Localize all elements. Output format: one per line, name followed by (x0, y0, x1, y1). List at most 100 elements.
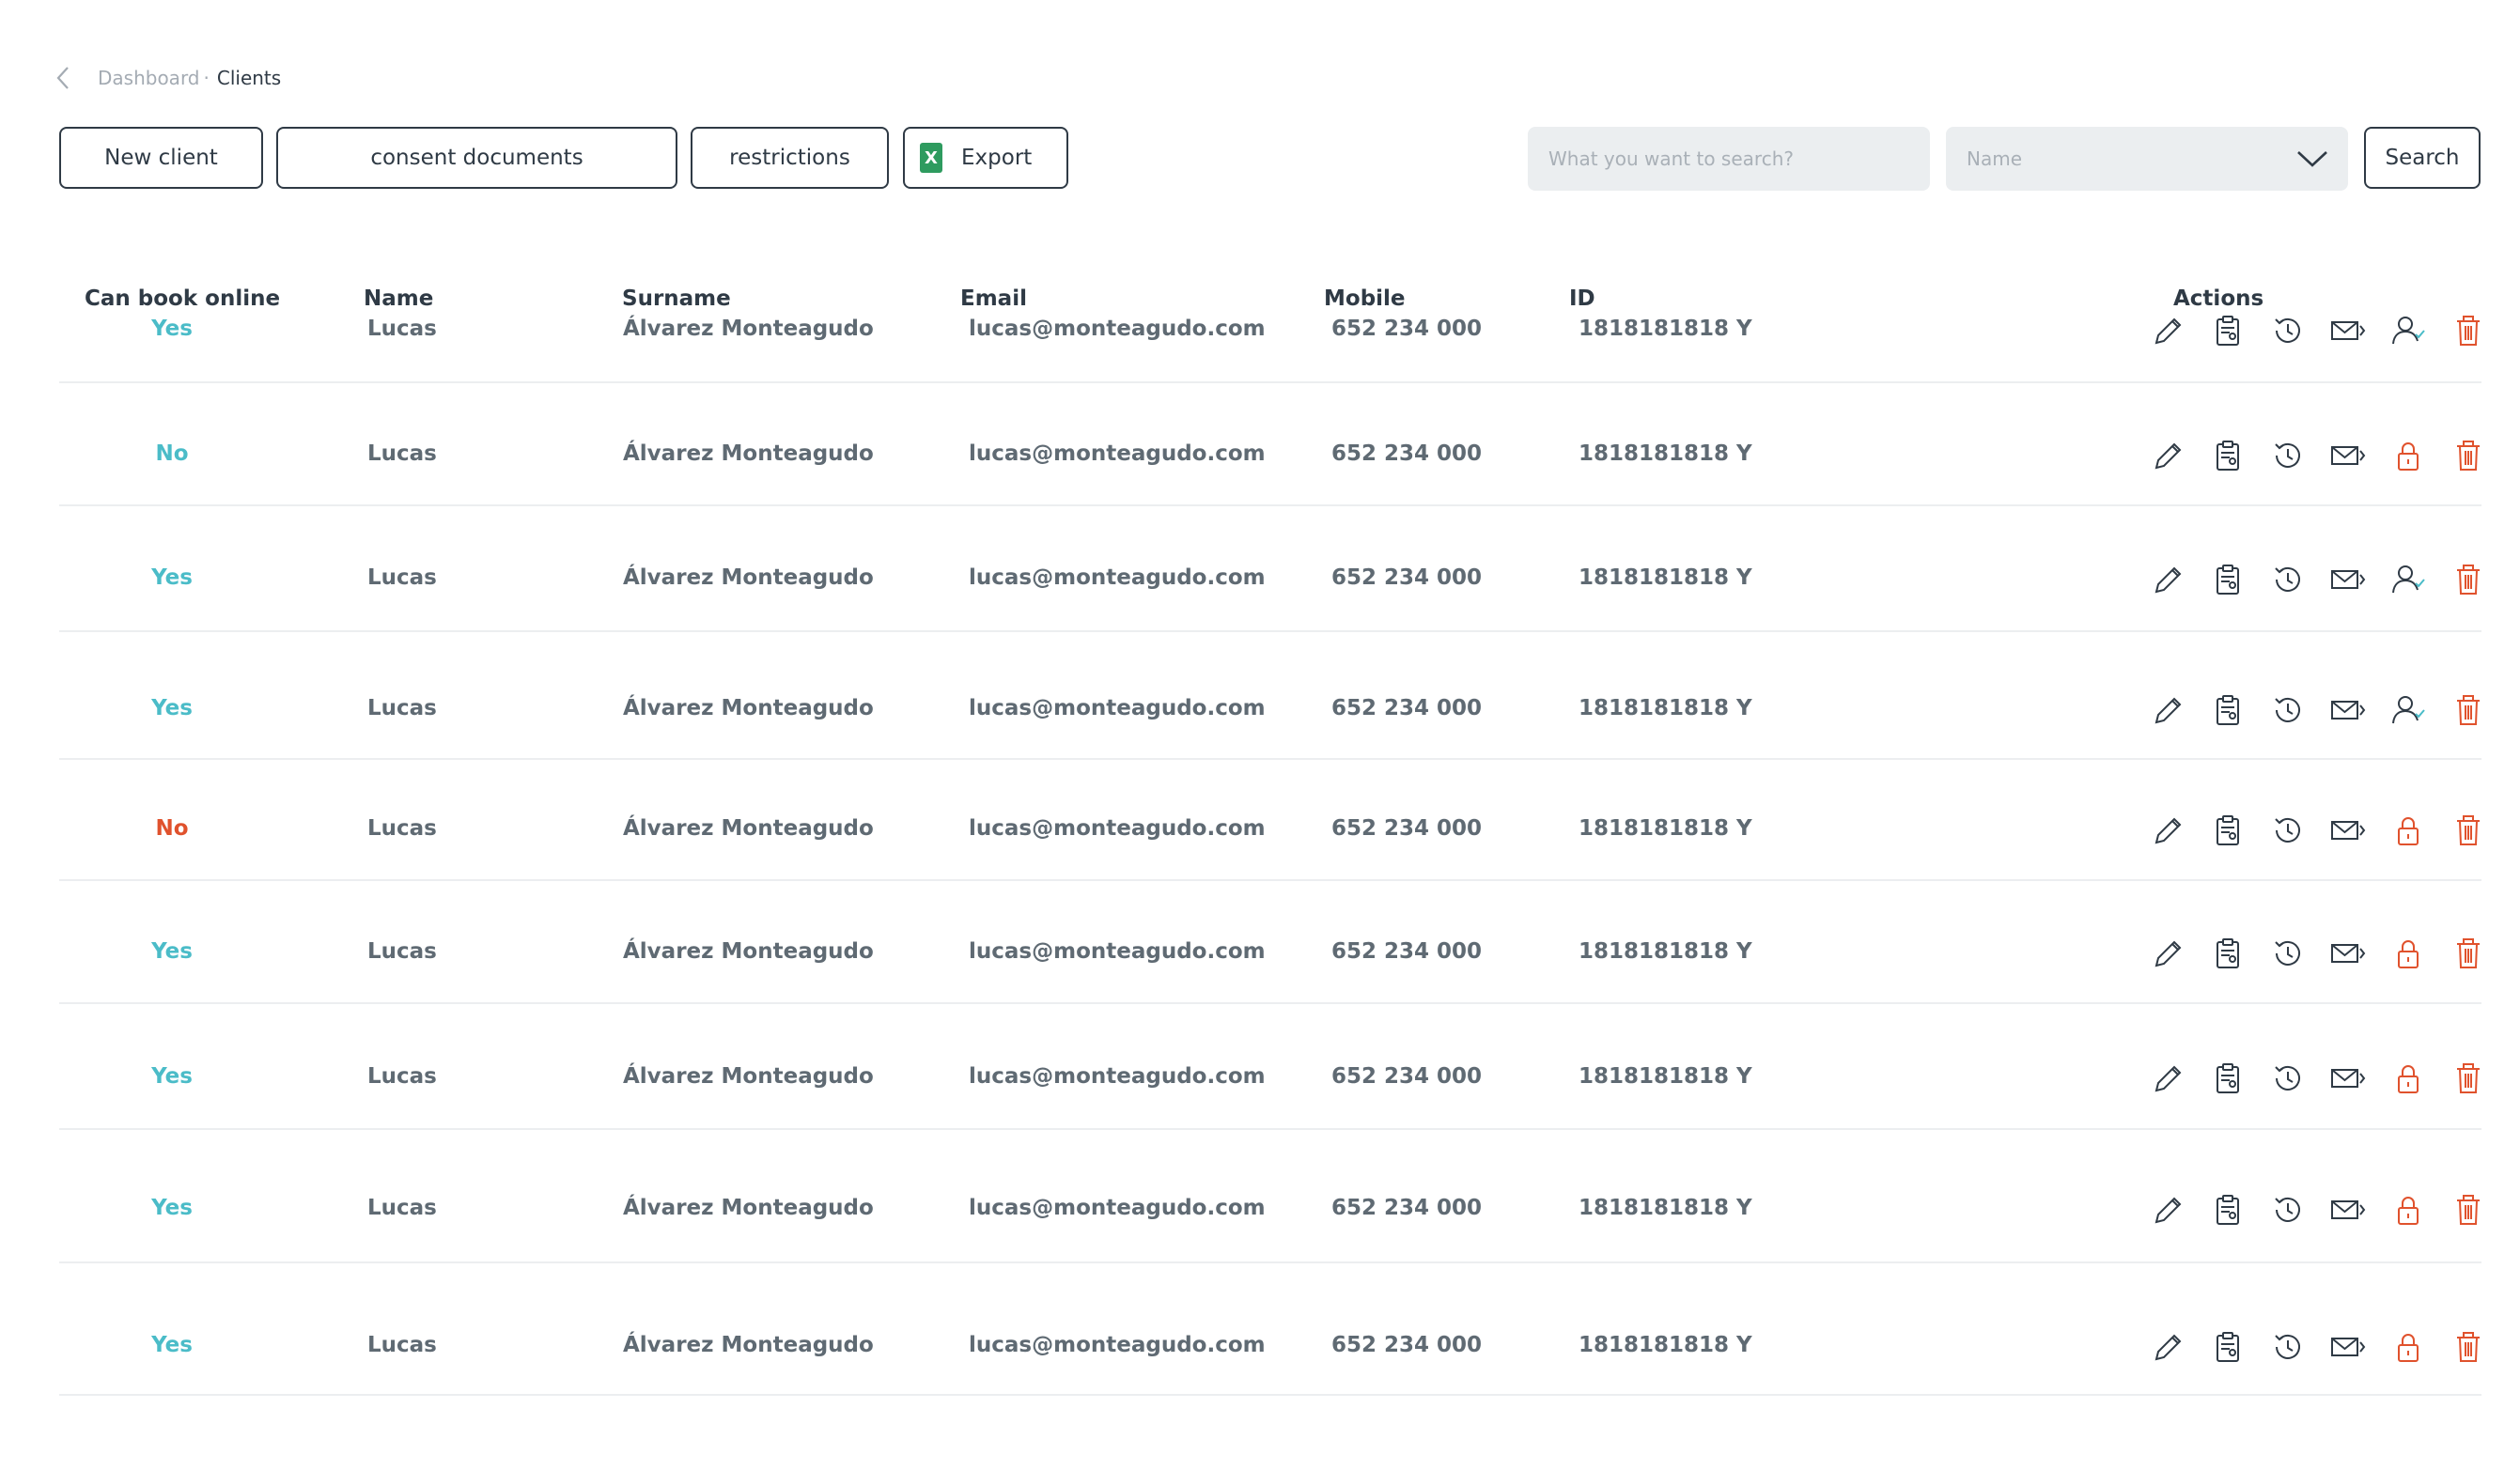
clipboard-icon[interactable] (2207, 559, 2248, 600)
search-field-value: Name (1967, 147, 2023, 170)
can-book-online-value: Yes (151, 317, 193, 341)
lock-icon[interactable] (2388, 810, 2429, 851)
history-icon[interactable] (2267, 435, 2309, 476)
user-check-icon[interactable] (2388, 689, 2429, 731)
client-name: Lucas (367, 1333, 437, 1357)
can-book-online-value: Yes (151, 1196, 193, 1220)
clipboard-icon[interactable] (2207, 689, 2248, 731)
send-email-icon[interactable] (2327, 1189, 2369, 1230)
send-email-icon[interactable] (2327, 933, 2369, 974)
send-email-icon[interactable] (2327, 810, 2369, 851)
trash-icon[interactable] (2448, 435, 2489, 476)
send-email-icon[interactable] (2327, 689, 2369, 731)
table-row[interactable]: Yes Lucas Álvarez Monteagudo lucas@monte… (59, 529, 2481, 632)
trash-icon[interactable] (2448, 689, 2489, 731)
clipboard-icon[interactable] (2207, 810, 2248, 851)
export-label: Export (961, 146, 1033, 170)
edit-icon[interactable] (2147, 1326, 2188, 1368)
table-row[interactable]: Yes Lucas Álvarez Monteagudo lucas@monte… (59, 1300, 2481, 1396)
table-row[interactable]: No Lucas Álvarez Monteagudo lucas@montea… (59, 781, 2481, 881)
table-row[interactable]: No Lucas Álvarez Monteagudo lucas@montea… (59, 407, 2481, 506)
table-row[interactable]: Yes Lucas Álvarez Monteagudo lucas@monte… (59, 905, 2481, 1004)
user-check-icon[interactable] (2388, 310, 2429, 351)
client-email: lucas@monteagudo.com (969, 1196, 1266, 1220)
client-surname: Álvarez Monteagudo (623, 816, 874, 841)
edit-icon[interactable] (2147, 689, 2188, 731)
edit-icon[interactable] (2147, 933, 2188, 974)
trash-icon[interactable] (2448, 1326, 2489, 1368)
user-check-icon[interactable] (2388, 559, 2429, 600)
history-icon[interactable] (2267, 310, 2309, 351)
lock-icon[interactable] (2388, 1326, 2429, 1368)
trash-icon[interactable] (2448, 1189, 2489, 1230)
clipboard-icon[interactable] (2207, 435, 2248, 476)
back-chevron-icon[interactable] (56, 64, 77, 92)
restrictions-button[interactable]: restrictions (691, 127, 889, 189)
history-icon[interactable] (2267, 689, 2309, 731)
lock-icon[interactable] (2388, 435, 2429, 476)
search-button[interactable]: Search (2364, 127, 2481, 189)
history-icon[interactable] (2267, 1326, 2309, 1368)
export-button[interactable]: X Export (903, 127, 1068, 189)
client-surname: Álvarez Monteagudo (623, 565, 874, 590)
row-actions (2147, 1189, 2489, 1230)
client-id: 1818181818 Y (1579, 696, 1752, 720)
send-email-icon[interactable] (2327, 310, 2369, 351)
client-name: Lucas (367, 939, 437, 964)
edit-icon[interactable] (2147, 310, 2188, 351)
table-row[interactable]: Yes Lucas Álvarez Monteagudo lucas@monte… (59, 662, 2481, 760)
client-mobile: 652 234 000 (1331, 816, 1483, 841)
client-id: 1818181818 Y (1579, 565, 1752, 590)
edit-icon[interactable] (2147, 1058, 2188, 1099)
client-email: lucas@monteagudo.com (969, 696, 1266, 720)
history-icon[interactable] (2267, 559, 2309, 600)
trash-icon[interactable] (2448, 810, 2489, 851)
client-id: 1818181818 Y (1579, 1196, 1752, 1220)
edit-icon[interactable] (2147, 559, 2188, 600)
search-input[interactable] (1528, 127, 1930, 191)
clipboard-icon[interactable] (2207, 933, 2248, 974)
clipboard-icon[interactable] (2207, 1058, 2248, 1099)
client-name: Lucas (367, 816, 437, 841)
history-icon[interactable] (2267, 810, 2309, 851)
can-book-online-value: Yes (151, 696, 193, 720)
table-row[interactable]: Yes Lucas Álvarez Monteagudo lucas@monte… (59, 1158, 2481, 1263)
excel-icon: X (920, 143, 942, 173)
lock-icon[interactable] (2388, 1189, 2429, 1230)
can-book-online-value: No (155, 441, 189, 466)
client-email: lucas@monteagudo.com (969, 1064, 1266, 1089)
send-email-icon[interactable] (2327, 559, 2369, 600)
client-name: Lucas (367, 441, 437, 466)
send-email-icon[interactable] (2327, 1058, 2369, 1099)
breadcrumb-dashboard[interactable]: Dashboard (98, 67, 200, 89)
history-icon[interactable] (2267, 1189, 2309, 1230)
trash-icon[interactable] (2448, 310, 2489, 351)
new-client-button[interactable]: New client (59, 127, 263, 189)
clipboard-icon[interactable] (2207, 310, 2248, 351)
client-id: 1818181818 Y (1579, 441, 1752, 466)
breadcrumb-separator: · (203, 67, 210, 89)
clipboard-icon[interactable] (2207, 1326, 2248, 1368)
send-email-icon[interactable] (2327, 1326, 2369, 1368)
history-icon[interactable] (2267, 1058, 2309, 1099)
chevron-down-icon (2295, 146, 2329, 172)
search-field-select[interactable]: Name (1946, 127, 2348, 191)
trash-icon[interactable] (2448, 559, 2489, 600)
lock-icon[interactable] (2388, 1058, 2429, 1099)
edit-icon[interactable] (2147, 435, 2188, 476)
client-mobile: 652 234 000 (1331, 565, 1483, 590)
trash-icon[interactable] (2448, 933, 2489, 974)
consent-documents-button[interactable]: consent documents (276, 127, 677, 189)
lock-icon[interactable] (2388, 933, 2429, 974)
clipboard-icon[interactable] (2207, 1189, 2248, 1230)
client-email: lucas@monteagudo.com (969, 939, 1266, 964)
client-email: lucas@monteagudo.com (969, 565, 1266, 590)
edit-icon[interactable] (2147, 1189, 2188, 1230)
send-email-icon[interactable] (2327, 435, 2369, 476)
trash-icon[interactable] (2448, 1058, 2489, 1099)
table-row[interactable]: Yes Lucas Álvarez Monteagudo lucas@monte… (59, 280, 2481, 383)
edit-icon[interactable] (2147, 810, 2188, 851)
client-name: Lucas (367, 1064, 437, 1089)
history-icon[interactable] (2267, 933, 2309, 974)
table-row[interactable]: Yes Lucas Álvarez Monteagudo lucas@monte… (59, 1029, 2481, 1130)
